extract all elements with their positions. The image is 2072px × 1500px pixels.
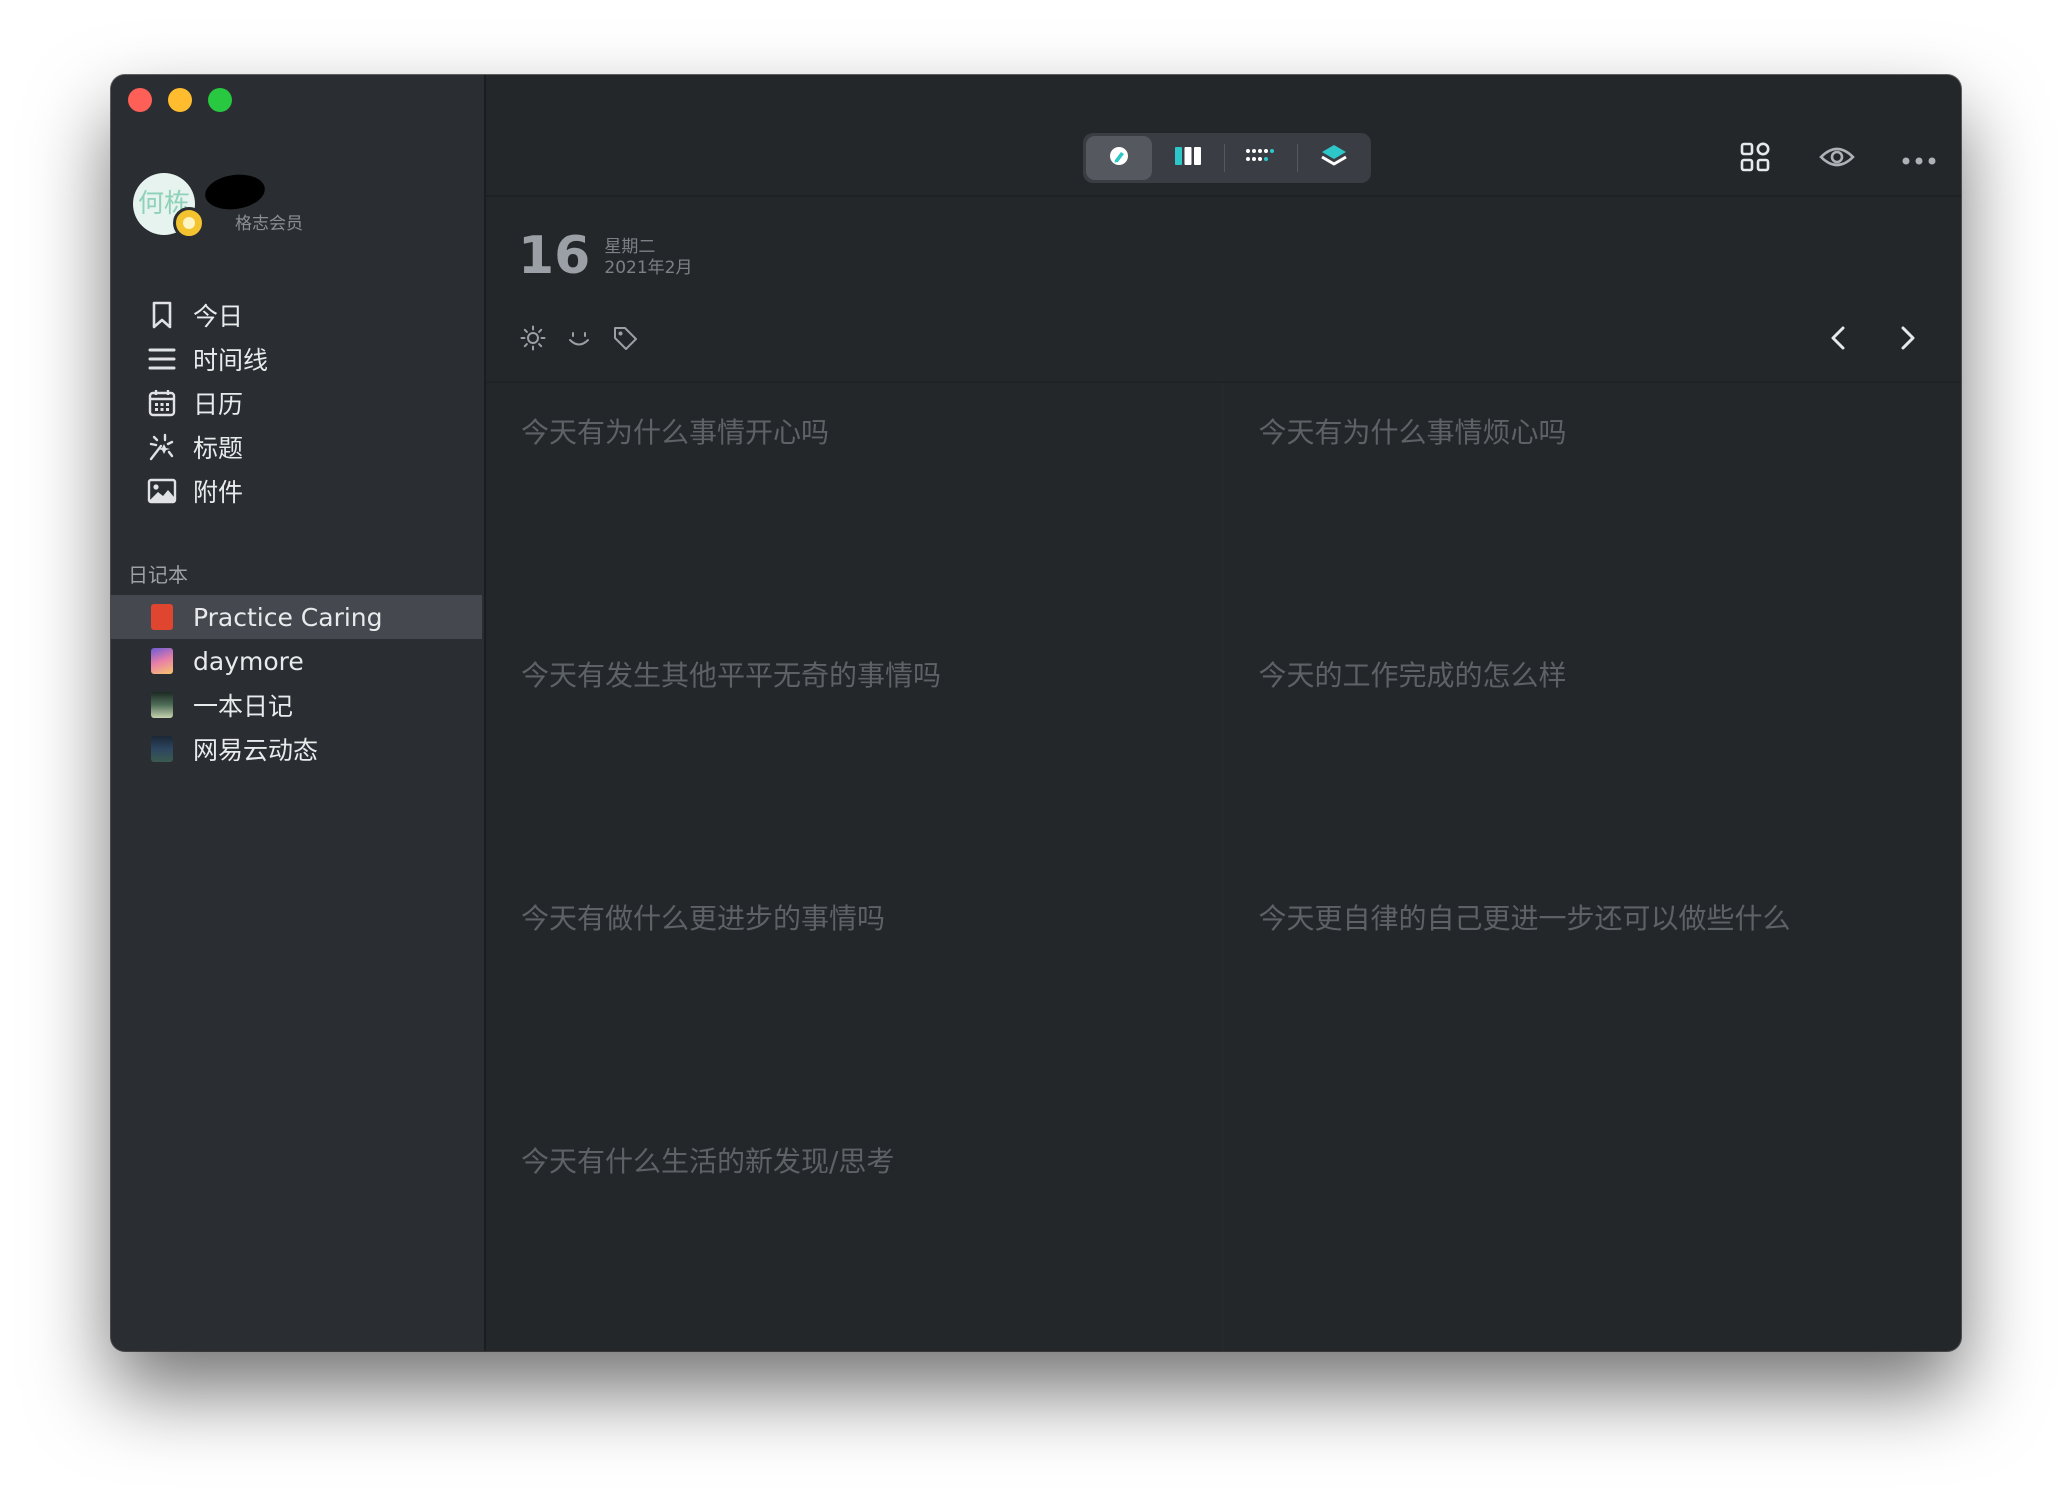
prompt-placeholder: 今天的工作完成的怎么样 (1258, 659, 1567, 692)
prompt-placeholder: 今天有发生其他平平无奇的事情吗 (521, 659, 942, 692)
prompt-cell[interactable]: 今天更自律的自己更进一步还可以做些什么 (1224, 869, 1962, 1112)
notebook-item[interactable]: daymore (111, 639, 482, 683)
traffic-lights (128, 88, 232, 112)
preview-button[interactable] (1815, 137, 1859, 181)
notebook-cover-icon (151, 648, 173, 674)
minimize-window-button[interactable] (168, 88, 192, 112)
edit-mode-button[interactable] (1086, 136, 1152, 180)
sidebar-item-calendar[interactable]: 日历 (147, 381, 467, 425)
notebooks-section-label: 日记本 (128, 563, 188, 587)
previous-day-button[interactable] (1821, 323, 1855, 357)
more-icon (1902, 150, 1936, 169)
edit-icon (1106, 143, 1132, 173)
sidebar-item-label: 时间线 (193, 346, 269, 375)
prompt-placeholder: 今天有做什么更进步的事情吗 (521, 902, 886, 935)
sidebar-item-label: 日历 (193, 390, 244, 419)
chevron-right-icon (1900, 325, 1916, 355)
dots-mode-button[interactable] (1225, 133, 1297, 183)
notebook-label: 一本日记 (193, 692, 294, 721)
mood-button[interactable] (564, 325, 594, 355)
entry-date: 16 星期二 2021年2月 (518, 227, 692, 285)
prompt-placeholder: 今天更自律的自己更进一步还可以做些什么 (1258, 902, 1791, 935)
entry-tools (518, 325, 640, 355)
prompt-cell[interactable]: 今天有发生其他平平无奇的事情吗 (486, 626, 1224, 869)
image-icon (147, 476, 177, 506)
membership-label: 格志会员 (235, 214, 303, 234)
prompt-cell[interactable]: 今天的工作完成的怎么样 (1224, 626, 1962, 869)
next-day-button[interactable] (1891, 323, 1925, 357)
close-window-button[interactable] (128, 88, 152, 112)
layers-icon (1320, 142, 1348, 174)
sidebar-item-label: 标题 (193, 434, 244, 463)
sidebar-item-timeline[interactable]: 时间线 (147, 337, 467, 381)
day-number: 16 (518, 226, 591, 286)
main-pane: 16 星期二 2021年2月 今天有为什么事情开心吗 今天有为什么事情烦心吗 今… (486, 75, 1961, 1351)
prompt-cell[interactable]: 今天有什么生活的新发现/思考 (486, 1112, 1224, 1351)
more-button[interactable] (1897, 137, 1941, 181)
grid-view-button[interactable] (1733, 137, 1777, 181)
sidebar-item-today[interactable]: 今日 (147, 293, 467, 337)
prompt-placeholder: 今天有什么生活的新发现/思考 (521, 1145, 895, 1178)
year-month-label: 2021年2月 (604, 258, 693, 278)
prompt-placeholder: 今天有为什么事情开心吗 (521, 416, 830, 449)
sidebar: 何栋 格志会员 今日 时间线 日历 标题 附件 日记本 Practice Car… (111, 75, 486, 1351)
eye-icon (1819, 145, 1855, 173)
chevron-left-icon (1830, 325, 1846, 355)
dots-icon (1245, 147, 1277, 169)
calendar-icon (147, 388, 177, 418)
sidebar-nav: 今日 时间线 日历 标题 附件 (147, 293, 467, 513)
sidebar-item-label: 今日 (193, 302, 244, 331)
username-redacted (202, 170, 268, 214)
prompt-placeholder: 今天有为什么事情烦心吗 (1258, 416, 1567, 449)
sidebar-item-titles[interactable]: 标题 (147, 425, 467, 469)
mood-icon (566, 325, 592, 355)
notebook-list: Practice Caring daymore 一本日记 网易云动态 (111, 595, 482, 771)
notebook-label: daymore (193, 646, 304, 676)
notebook-label: 网易云动态 (193, 736, 319, 765)
top-right-actions (1733, 137, 1941, 181)
date-meta: 星期二 2021年2月 (604, 237, 692, 279)
notebook-item[interactable]: 网易云动态 (111, 727, 482, 771)
list-icon (147, 344, 177, 374)
sun-icon (520, 325, 546, 355)
notebook-item[interactable]: 一本日记 (111, 683, 482, 727)
layers-mode-button[interactable] (1298, 133, 1370, 183)
grid-icon (1740, 142, 1770, 176)
sidebar-item-attachments[interactable]: 附件 (147, 469, 467, 513)
sidebar-item-label: 附件 (193, 478, 244, 507)
maximize-window-button[interactable] (208, 88, 232, 112)
columns-mode-button[interactable] (1152, 133, 1224, 183)
prompt-cell[interactable]: 今天有为什么事情烦心吗 (1224, 383, 1962, 626)
prompt-cell-empty[interactable] (1224, 1112, 1962, 1351)
membership-badge-icon (173, 207, 205, 239)
columns-icon (1174, 146, 1202, 170)
tag-button[interactable] (610, 325, 640, 355)
notebook-item[interactable]: Practice Caring (111, 595, 482, 639)
sparkle-icon (147, 432, 177, 462)
notebook-cover-icon (151, 736, 173, 762)
date-pager (1821, 323, 1925, 357)
prompt-cell[interactable]: 今天有做什么更进步的事情吗 (486, 869, 1224, 1112)
notebook-cover-icon (151, 692, 173, 718)
notebook-cover-icon (151, 604, 173, 630)
prompt-grid: 今天有为什么事情开心吗 今天有为什么事情烦心吗 今天有发生其他平平无奇的事情吗 … (486, 383, 1961, 1351)
view-mode-switcher (1083, 133, 1371, 183)
weather-button[interactable] (518, 325, 548, 355)
prompt-cell[interactable]: 今天有为什么事情开心吗 (486, 383, 1224, 626)
tag-icon (612, 325, 638, 355)
app-window: 何栋 格志会员 今日 时间线 日历 标题 附件 日记本 Practice Car… (111, 75, 1961, 1351)
user-profile[interactable]: 何栋 格志会员 (133, 170, 463, 243)
weekday-label: 星期二 (604, 237, 656, 257)
bookmark-icon (147, 300, 177, 330)
notebook-label: Practice Caring (193, 602, 383, 632)
header-divider (486, 195, 1961, 197)
